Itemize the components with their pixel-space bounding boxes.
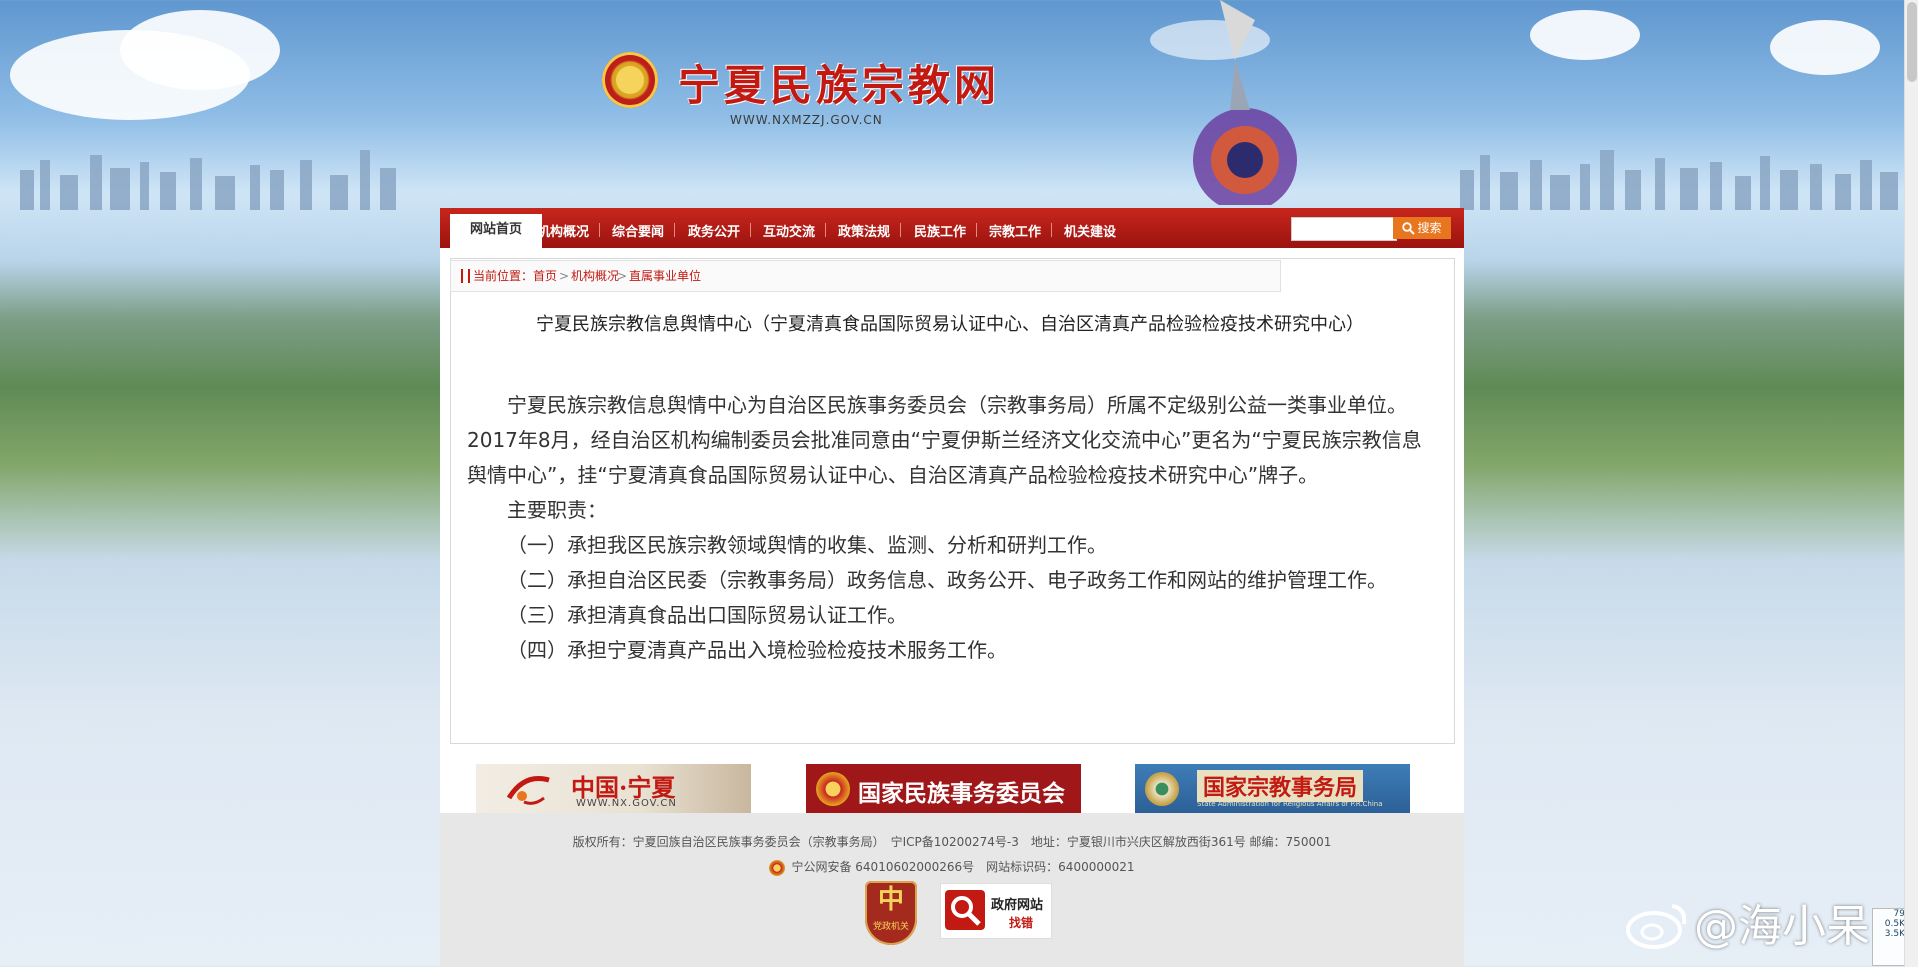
- article-duty-item: （一）承担我区民族宗教领域舆情的收集、监测、分析和研判工作。: [507, 533, 1107, 557]
- weibo-icon: [1626, 904, 1687, 949]
- article-paragraph: 宁夏民族宗教信息舆情中心为自治区民族事务委员会（宗教事务局）所属不定级别公益一类…: [467, 393, 1422, 487]
- nav-divider: [674, 223, 675, 237]
- nav-divider: [750, 223, 751, 237]
- banner-title: 国家民族事务委员会: [858, 780, 1065, 807]
- national-emblem-icon: [816, 772, 850, 806]
- breadcrumb-current[interactable]: 直属事业单位: [629, 261, 701, 291]
- nav-item-org-building[interactable]: 机关建设: [1064, 221, 1116, 240]
- network-speed-widget[interactable]: 79 0.5K 3.5K: [1872, 908, 1906, 966]
- footer-copyright: 版权所有：宁夏回族自治区民族事务委员会（宗教事务局） 宁ICP备10200274…: [572, 835, 1332, 849]
- watermark-text: @海小呆: [1694, 901, 1870, 952]
- site-url: WWW.NXMZZJ.GOV.CN: [730, 113, 883, 127]
- net-widget-value: 0.5K: [1884, 919, 1905, 929]
- banner-link-religious-affairs-admin[interactable]: 国家宗教事务局 State Administration for Religio…: [1135, 764, 1410, 814]
- nav-item-ethnic-work[interactable]: 民族工作: [914, 221, 966, 240]
- ningxia-logo-icon: [506, 776, 550, 805]
- party-gov-agency-caption: 党政机关: [872, 922, 909, 932]
- nav-item-gov-affairs[interactable]: 政务公开: [688, 221, 740, 240]
- vertical-scrollbar[interactable]: [1904, 0, 1918, 967]
- article-duties-heading: 主要职责：: [507, 498, 607, 522]
- search-button[interactable]: 搜索: [1393, 217, 1451, 239]
- national-emblem-icon: [602, 52, 658, 108]
- footer-police-record[interactable]: 宁公网安备 64010602000266号 网站标识码：6400000021: [440, 858, 1464, 876]
- article-duty-item: （四）承担宁夏清真产品出入境检验检疫技术服务工作。: [507, 638, 1007, 662]
- badge-line2: 找错: [1009, 916, 1034, 930]
- breadcrumb-prefix: 当前位置：: [473, 269, 534, 283]
- magnifier-icon: [945, 890, 985, 930]
- nav-divider: [599, 223, 600, 237]
- banner-subtitle: WWW.NX.GOV.CN: [576, 798, 677, 809]
- nav-item-home[interactable]: 网站首页: [450, 214, 542, 248]
- article-body: 宁夏民族宗教信息舆情中心为自治区民族事务委员会（宗教事务局）所属不定级别公益一类…: [467, 388, 1435, 668]
- net-widget-value: 3.5K: [1884, 929, 1905, 939]
- nav-divider: [825, 223, 826, 237]
- nav-divider: [900, 223, 901, 237]
- banner-subtitle: State Administration for Religious Affai…: [1197, 800, 1383, 808]
- main-nav: 网站首页 机构概况 综合要闻 政务公开 互动交流 政策法规 民族工作 宗教工作 …: [440, 208, 1464, 248]
- search-button-label: 搜索: [1417, 221, 1442, 235]
- religious-affairs-seal-icon: [1145, 772, 1179, 806]
- breadcrumb-separator: >: [559, 269, 570, 283]
- nav-item-religious-work[interactable]: 宗教工作: [989, 221, 1041, 240]
- main-content-area: 网站首页 机构概况 综合要闻 政务公开 互动交流 政策法规 民族工作 宗教工作 …: [440, 208, 1464, 967]
- nav-item-interaction[interactable]: 互动交流: [763, 221, 815, 240]
- site-title[interactable]: 宁夏民族宗教网: [678, 52, 1000, 113]
- net-widget-value: 79: [1893, 909, 1905, 919]
- breadcrumb: 当前位置： 首页 > 机构概况 > 直属事业单位: [450, 260, 1281, 292]
- footer-police-record-text: 宁公网安备 64010602000266号 网站标识码：6400000021: [791, 860, 1135, 874]
- sculpture-illustration: [1193, 0, 1297, 205]
- nav-divider: [976, 223, 977, 237]
- article-duty-item: （三）承担清真食品出口国际贸易认证工作。: [507, 603, 907, 627]
- party-gov-agency-glyph: 中: [877, 885, 904, 915]
- breadcrumb-link-org-overview[interactable]: 机构概况: [571, 261, 619, 291]
- badge-line1: 政府网站: [991, 898, 1044, 913]
- breadcrumb-link-home[interactable]: 首页: [533, 261, 557, 291]
- scrollbar-thumb[interactable]: [1907, 2, 1917, 82]
- search-icon: [1402, 222, 1416, 235]
- party-gov-agency-badge[interactable]: 中 党政机关: [865, 881, 917, 945]
- nav-item-org-overview[interactable]: 机构概况: [537, 221, 589, 240]
- banner-title: 国家宗教事务局: [1197, 770, 1364, 802]
- nav-item-news[interactable]: 综合要闻: [612, 221, 664, 240]
- breadcrumb-marker-icon: [461, 269, 470, 283]
- breadcrumb-separator: >: [617, 269, 628, 283]
- search-input[interactable]: [1291, 217, 1397, 241]
- gov-site-error-report-badge[interactable]: 政府网站 找错: [940, 883, 1052, 939]
- police-badge-icon: [769, 859, 786, 876]
- article-duty-item: （二）承担自治区民委（宗教事务局）政务信息、政务公开、电子政务工作和网站的维护管…: [507, 568, 1387, 592]
- nav-divider: [1051, 223, 1052, 237]
- banner-link-ethnic-affairs-commission[interactable]: 国家民族事务委员会: [806, 764, 1081, 814]
- article-title: 宁夏民族宗教信息舆情中心（宁夏清真食品国际贸易认证中心、自治区清真产品检验检疫技…: [536, 314, 1364, 335]
- footer: 版权所有：宁夏回族自治区民族事务委员会（宗教事务局） 宁ICP备10200274…: [440, 813, 1464, 967]
- banner-link-ningxia-gov[interactable]: 中国·宁夏 WWW.NX.GOV.CN: [476, 764, 751, 814]
- nav-item-policies[interactable]: 政策法规: [838, 221, 890, 240]
